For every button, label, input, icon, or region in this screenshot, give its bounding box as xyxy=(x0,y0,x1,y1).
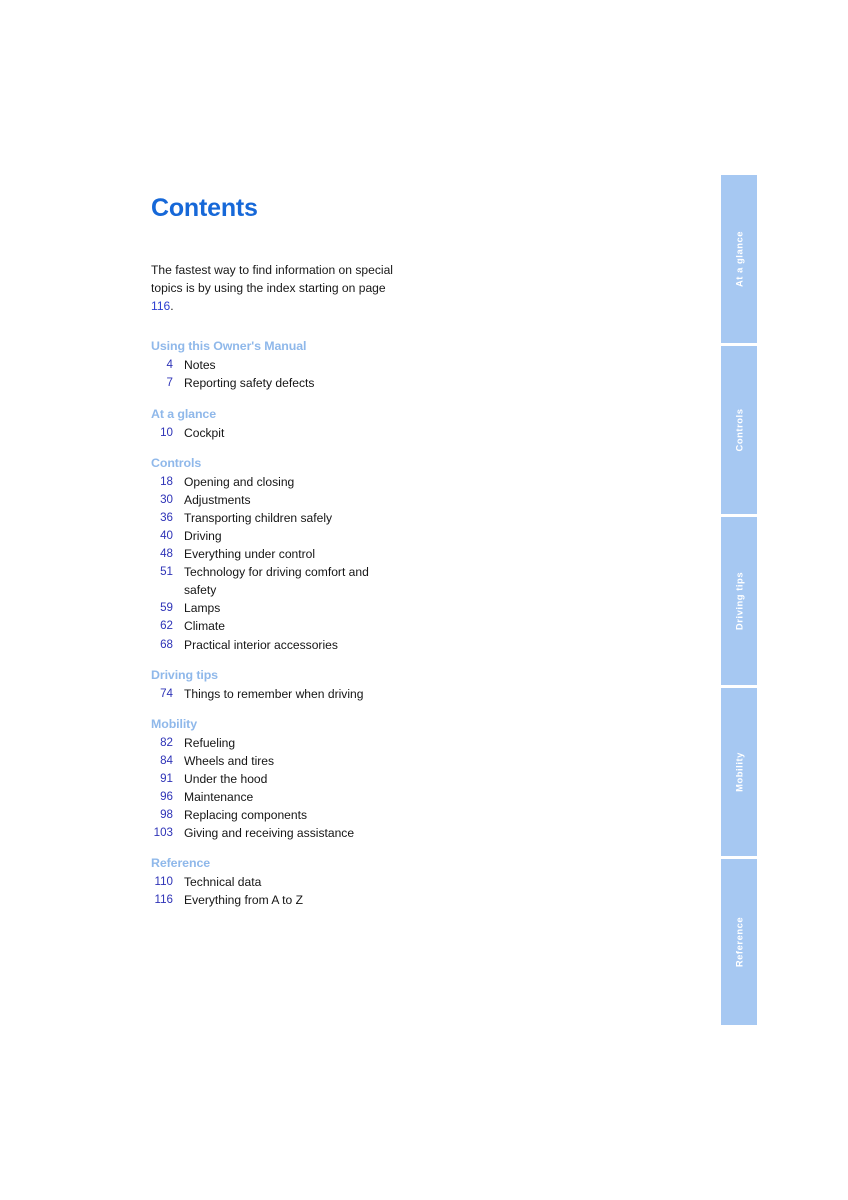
toc-entry-page: 74 xyxy=(160,686,173,700)
thumb-tab-label: Controls xyxy=(733,408,745,452)
thumb-tab-mobility[interactable]: Mobility xyxy=(721,688,757,856)
toc-entry-label: Things to remember when driving xyxy=(184,686,364,701)
toc-section-heading: At a glance xyxy=(151,406,217,421)
table-of-contents: Using this Owner's Manual 4 Notes 7 Repo… xyxy=(151,338,571,909)
thumb-tab-label: Mobility xyxy=(733,752,745,792)
toc-entry-page: 98 xyxy=(160,808,173,822)
toc-entry-label: Notes xyxy=(184,358,216,373)
toc-entry[interactable]: 103 Giving and receiving assistance xyxy=(151,824,571,842)
thumb-tab-label: Reference xyxy=(733,916,745,968)
toc-entry-label: Opening and closing xyxy=(184,474,295,489)
toc-entry-page: 62 xyxy=(160,619,173,633)
toc-entry[interactable]: 51 Technology for driving comfort and sa… xyxy=(151,563,571,599)
toc-entry-label: Refueling xyxy=(184,735,236,750)
toc-section-heading: Using this Owner's Manual xyxy=(151,339,307,354)
toc-entry-page: 103 xyxy=(153,826,173,840)
thumb-tab-controls[interactable]: Controls xyxy=(721,346,757,514)
toc-entry[interactable]: 116 Everything from A to Z xyxy=(151,891,571,909)
toc-entry[interactable]: 62 Climate xyxy=(151,617,571,635)
toc-section-heading: Mobility xyxy=(151,716,198,731)
toc-entry[interactable]: 4 Notes xyxy=(151,356,571,374)
toc-entry-page: 18 xyxy=(160,474,173,488)
toc-entry-label: Driving xyxy=(184,528,222,543)
toc-entry-label: Maintenance xyxy=(184,789,254,804)
toc-entry-label: Under the hood xyxy=(184,771,268,786)
toc-entry[interactable]: 84 Wheels and tires xyxy=(151,752,571,770)
intro-page-reference[interactable]: 116 xyxy=(151,299,170,313)
toc-entry[interactable]: 48 Everything under control xyxy=(151,545,571,563)
thumb-tab-reference[interactable]: Reference xyxy=(721,859,757,1025)
toc-entry-label: Cockpit xyxy=(184,425,225,440)
toc-entry-page: 68 xyxy=(160,637,173,651)
toc-section-using-this-owners-manual: Using this Owner's Manual 4 Notes 7 Repo… xyxy=(151,338,571,392)
toc-entry-page: 40 xyxy=(160,528,173,542)
toc-entry-label: Practical interior accessories xyxy=(184,637,338,652)
toc-entry-page: 4 xyxy=(166,358,173,372)
toc-entry[interactable]: 68 Practical interior accessories xyxy=(151,636,571,654)
page-title: Contents xyxy=(151,194,258,222)
intro-text-after: . xyxy=(170,298,174,313)
toc-section-driving-tips: Driving tips 74 Things to remember when … xyxy=(151,667,571,703)
toc-entry-page: 51 xyxy=(160,565,173,579)
thumb-tab-driving-tips[interactable]: Driving tips xyxy=(721,517,757,685)
toc-entry-page: 10 xyxy=(160,425,173,439)
toc-entry[interactable]: 91 Under the hood xyxy=(151,770,571,788)
toc-entry-page: 7 xyxy=(166,376,173,390)
thumb-index-rail: At a glance Controls Driving tips Mobili… xyxy=(721,175,757,1025)
toc-entry-page: 59 xyxy=(160,601,173,615)
toc-section-heading: Reference xyxy=(151,856,211,871)
contents-column: Contents The fastest way to find informa… xyxy=(151,196,571,909)
toc-entry-label: Reporting safety defects xyxy=(184,376,315,391)
toc-entry[interactable]: 30 Adjustments xyxy=(151,491,571,509)
toc-section-at-a-glance: At a glance 10 Cockpit xyxy=(151,406,571,442)
toc-entry-page: 82 xyxy=(160,735,173,749)
toc-section-heading: Driving tips xyxy=(151,667,218,682)
toc-entry-label: Transporting children safely xyxy=(184,510,333,525)
toc-entry-label: Technology for driving comfort and safet… xyxy=(184,565,369,598)
toc-section-reference: Reference 110 Technical data 116 Everyth… xyxy=(151,855,571,909)
thumb-tab-at-a-glance[interactable]: At a glance xyxy=(721,175,757,343)
toc-entry-page: 48 xyxy=(160,547,173,561)
toc-entry-label: Everything under control xyxy=(184,547,316,562)
toc-section-heading: Controls xyxy=(151,455,202,470)
toc-entry[interactable]: 82 Refueling xyxy=(151,734,571,752)
thumb-tab-label: Driving tips xyxy=(733,571,745,631)
intro-paragraph: The fastest way to find information on s… xyxy=(151,262,407,315)
toc-entry[interactable]: 10 Cockpit xyxy=(151,424,571,442)
toc-entry-label: Wheels and tires xyxy=(184,753,275,768)
toc-entry-page: 84 xyxy=(160,753,173,767)
toc-entry-label: Climate xyxy=(184,619,225,634)
toc-section-controls: Controls 18 Opening and closing 30 Adjus… xyxy=(151,455,571,654)
toc-entry-page: 116 xyxy=(154,893,173,907)
toc-entry-page: 110 xyxy=(154,875,173,889)
intro-text-before: The fastest way to find information on s… xyxy=(151,263,393,295)
toc-entry-label: Replacing components xyxy=(184,808,308,823)
toc-entry[interactable]: 98 Replacing components xyxy=(151,806,571,824)
toc-section-mobility: Mobility 82 Refueling 84 Wheels and tire… xyxy=(151,716,571,843)
toc-entry[interactable]: 59 Lamps xyxy=(151,599,571,617)
toc-entry-label: Technical data xyxy=(184,875,262,890)
toc-entry[interactable]: 74 Things to remember when driving xyxy=(151,685,571,703)
toc-entry[interactable]: 40 Driving xyxy=(151,527,571,545)
toc-entry[interactable]: 7 Reporting safety defects xyxy=(151,374,571,392)
toc-entry-page: 91 xyxy=(160,771,173,785)
toc-entry-page: 36 xyxy=(160,510,173,524)
toc-entry[interactable]: 110 Technical data xyxy=(151,873,571,891)
toc-entry-label: Giving and receiving assistance xyxy=(184,826,355,841)
toc-entry-label: Everything from A to Z xyxy=(184,893,303,908)
toc-entry-label: Adjustments xyxy=(184,492,251,507)
manual-contents-page: Contents The fastest way to find informa… xyxy=(0,0,848,1200)
toc-entry-label: Lamps xyxy=(184,601,221,616)
thumb-tab-label: At a glance xyxy=(733,230,745,288)
toc-entry[interactable]: 36 Transporting children safely xyxy=(151,509,571,527)
toc-entry[interactable]: 18 Opening and closing xyxy=(151,473,571,491)
toc-entry[interactable]: 96 Maintenance xyxy=(151,788,571,806)
toc-entry-page: 30 xyxy=(160,492,173,506)
toc-entry-page: 96 xyxy=(160,789,173,803)
